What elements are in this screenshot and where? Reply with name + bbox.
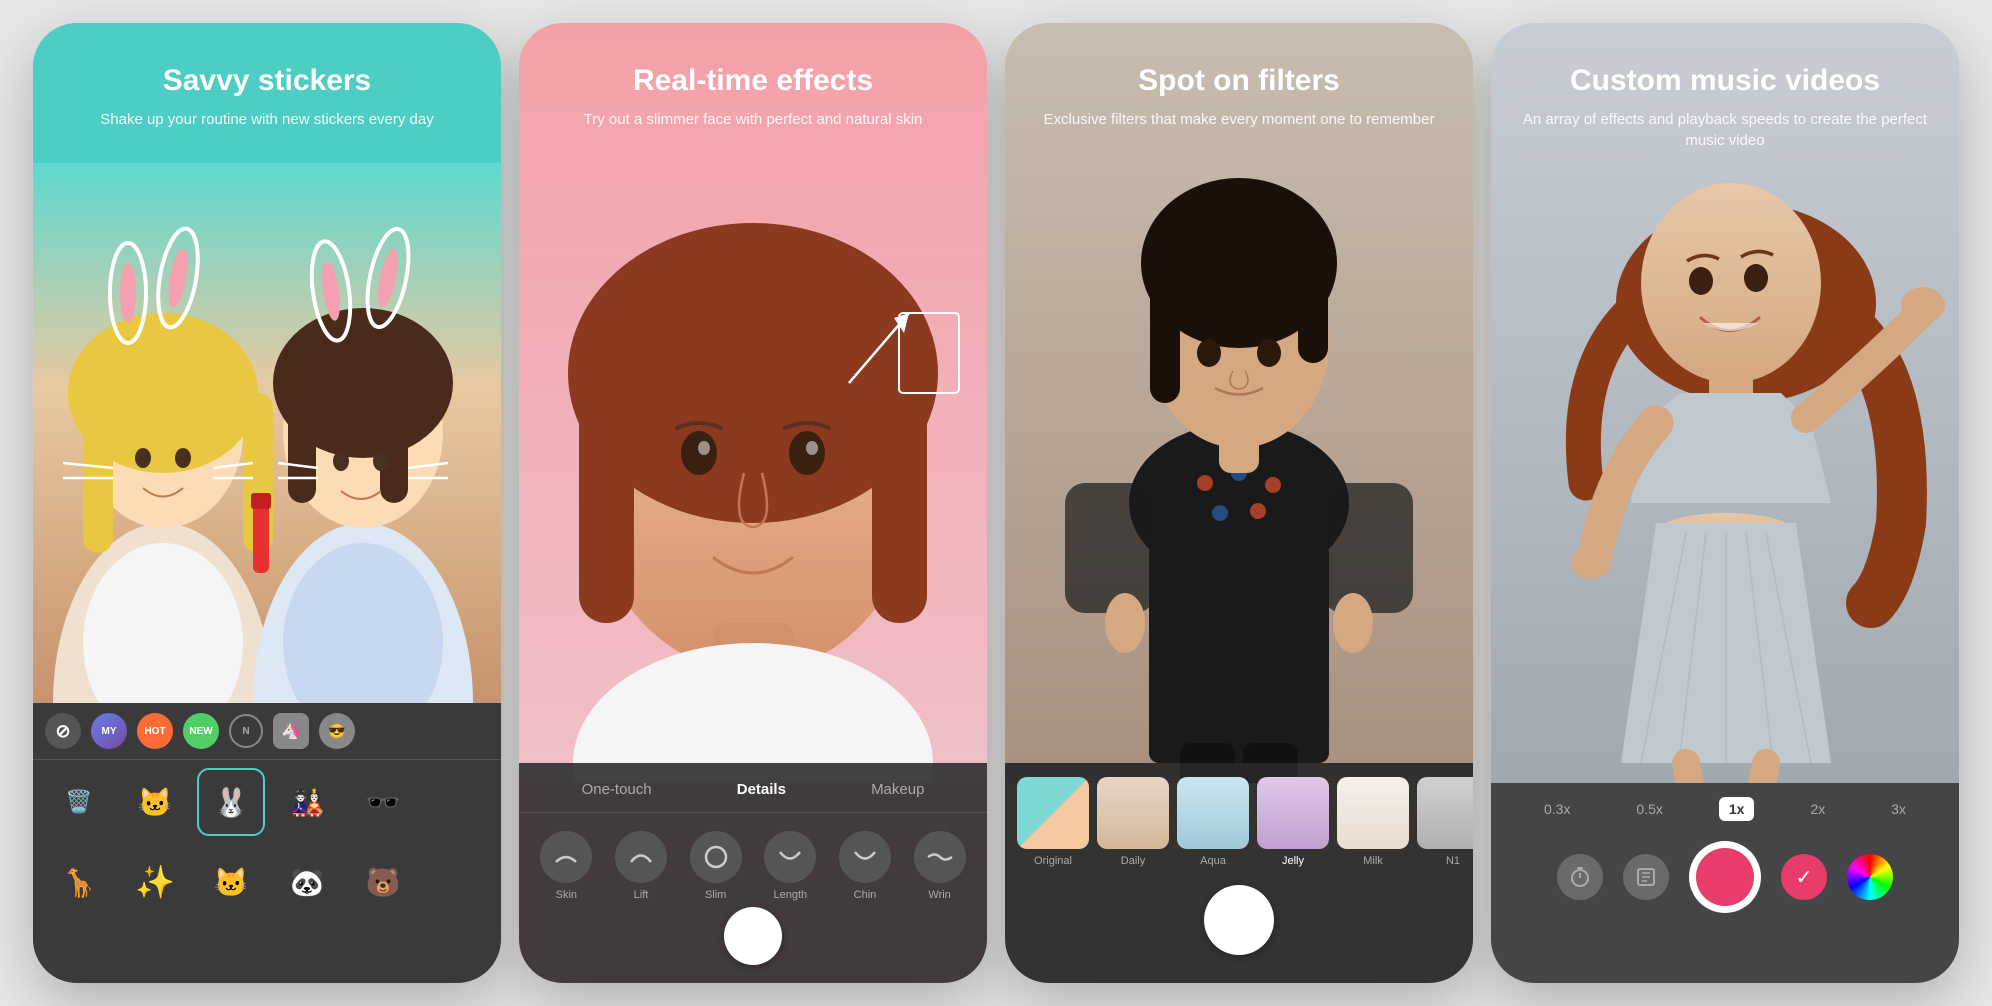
filter-daily[interactable]: Daily bbox=[1097, 777, 1169, 867]
slim-icon bbox=[690, 831, 742, 883]
card4-header: Custom music videos An array of effects … bbox=[1491, 23, 1959, 171]
speed-1x[interactable]: 1x bbox=[1719, 797, 1755, 821]
lift-icon bbox=[615, 831, 667, 883]
filter-n1-label: N1 bbox=[1446, 855, 1460, 867]
shutter-button-3[interactable] bbox=[1204, 885, 1274, 955]
record-inner bbox=[1696, 848, 1754, 906]
speed-0-3x[interactable]: 0.3x bbox=[1534, 797, 1580, 821]
panda-sticker[interactable]: 🐼 bbox=[273, 848, 341, 916]
length-label: Length bbox=[773, 889, 807, 901]
skin-effect[interactable]: Skin bbox=[540, 831, 592, 901]
giraffe-sticker[interactable]: 🦒 bbox=[45, 848, 113, 916]
card-realtime-effects: Real-time effects Try out a slimmer face… bbox=[519, 23, 987, 983]
shutter-button[interactable] bbox=[724, 907, 782, 965]
my-tab[interactable]: MY bbox=[91, 713, 127, 749]
skin-label: Skin bbox=[556, 889, 577, 901]
filter-daily-img bbox=[1097, 777, 1169, 849]
makeup-tab[interactable]: Makeup bbox=[863, 777, 932, 802]
face-tab[interactable]: 😎 bbox=[319, 713, 355, 749]
filter-thumbnails: Original Daily Aqua Jelly Milk N1 bbox=[1005, 763, 1473, 875]
sticker-toolbar: ⊘ MY HOT NEW N 🦄 😎 bbox=[33, 703, 501, 760]
bunny-sticker[interactable]: 🐰 bbox=[197, 768, 265, 836]
sparkle-sticker[interactable]: ✨ bbox=[121, 848, 189, 916]
card1-title: Savvy stickers bbox=[63, 63, 471, 99]
camera-controls: ✓ bbox=[1491, 831, 1959, 923]
cancel-button[interactable]: ⊘ bbox=[45, 713, 81, 749]
wrin-label: Wrin bbox=[928, 889, 950, 901]
card3-bottom-panel: Original Daily Aqua Jelly Milk N1 bbox=[1005, 763, 1473, 983]
colors-button[interactable] bbox=[1847, 854, 1893, 900]
filter-original-label: Original bbox=[1034, 855, 1072, 867]
wrin-icon bbox=[914, 831, 966, 883]
slim-label: Slim bbox=[705, 889, 726, 901]
filter-original-img bbox=[1017, 777, 1089, 849]
filter-jelly-img bbox=[1257, 777, 1329, 849]
card4-bottom-panel: 0.3x 0.5x 1x 2x 3x ✓ bbox=[1491, 783, 1959, 983]
record-button[interactable] bbox=[1689, 841, 1761, 913]
card4-subtitle: An array of effects and playback speeds … bbox=[1521, 109, 1929, 151]
hot-tab[interactable]: HOT bbox=[137, 713, 173, 749]
speed-3x[interactable]: 3x bbox=[1881, 797, 1916, 821]
one-touch-tab[interactable]: One-touch bbox=[574, 777, 660, 802]
nft-tab[interactable]: N bbox=[229, 714, 263, 748]
chin-effect[interactable]: Chin bbox=[839, 831, 891, 901]
doll-sticker[interactable]: 🎎 bbox=[273, 768, 341, 836]
card4-title: Custom music videos bbox=[1521, 63, 1929, 99]
card1-bottom-panel: ⊘ MY HOT NEW N 🦄 😎 🗑️ 🐱 🐰 🎎 🕶️ 🦒 ✨ 🐱 🐼 🐻 bbox=[33, 703, 501, 983]
card3-subtitle: Exclusive filters that make every moment… bbox=[1035, 109, 1443, 130]
filter-milk-label: Milk bbox=[1363, 855, 1383, 867]
details-tab[interactable]: Details bbox=[729, 777, 794, 802]
filter-original[interactable]: Original bbox=[1017, 777, 1089, 867]
cat-sticker[interactable]: 🐱 bbox=[121, 768, 189, 836]
filter-button[interactable] bbox=[1623, 854, 1669, 900]
speed-0-5x[interactable]: 0.5x bbox=[1626, 797, 1672, 821]
cat2-sticker[interactable]: 🐱 bbox=[197, 848, 265, 916]
card1-header: Savvy stickers Shake up your routine wit… bbox=[33, 23, 501, 150]
card3-header: Spot on filters Exclusive filters that m… bbox=[1005, 23, 1473, 150]
filter-aqua[interactable]: Aqua bbox=[1177, 777, 1249, 867]
card2-subtitle: Try out a slimmer face with perfect and … bbox=[549, 109, 957, 130]
filter-jelly-label: Jelly bbox=[1282, 855, 1304, 867]
card-savvy-stickers: Savvy stickers Shake up your routine wit… bbox=[33, 23, 501, 983]
filter-n1[interactable]: N1 bbox=[1417, 777, 1473, 867]
glasses-sticker[interactable]: 🕶️ bbox=[349, 768, 417, 836]
card2-bottom-panel: One-touch Details Makeup Skin Lift bbox=[519, 763, 987, 983]
timer-button[interactable] bbox=[1557, 854, 1603, 900]
delete-sticker[interactable]: 🗑️ bbox=[45, 768, 113, 836]
card2-title: Real-time effects bbox=[549, 63, 957, 99]
confirm-button[interactable]: ✓ bbox=[1781, 854, 1827, 900]
filter-jelly[interactable]: Jelly bbox=[1257, 777, 1329, 867]
speed-2x[interactable]: 2x bbox=[1800, 797, 1835, 821]
chin-label: Chin bbox=[854, 889, 877, 901]
speed-selector: 0.3x 0.5x 1x 2x 3x bbox=[1491, 783, 1959, 831]
filter-milk-img bbox=[1337, 777, 1409, 849]
unicorn-tab[interactable]: 🦄 bbox=[273, 713, 309, 749]
effects-icons-row: Skin Lift Slim Length bbox=[519, 813, 987, 909]
filter-aqua-img bbox=[1177, 777, 1249, 849]
card-music-videos: Custom music videos An array of effects … bbox=[1491, 23, 1959, 983]
wrin-effect[interactable]: Wrin bbox=[914, 831, 966, 901]
lift-effect[interactable]: Lift bbox=[615, 831, 667, 901]
card1-subtitle: Shake up your routine with new stickers … bbox=[63, 109, 471, 130]
filter-aqua-label: Aqua bbox=[1200, 855, 1226, 867]
skin-icon bbox=[540, 831, 592, 883]
filter-milk[interactable]: Milk bbox=[1337, 777, 1409, 867]
bear-sticker[interactable]: 🐻 bbox=[349, 848, 417, 916]
card2-header: Real-time effects Try out a slimmer face… bbox=[519, 23, 987, 150]
slim-effect[interactable]: Slim bbox=[690, 831, 742, 901]
length-icon bbox=[764, 831, 816, 883]
card3-title: Spot on filters bbox=[1035, 63, 1443, 99]
lift-label: Lift bbox=[634, 889, 649, 901]
filter-daily-label: Daily bbox=[1121, 855, 1145, 867]
filter-n1-img bbox=[1417, 777, 1473, 849]
chin-icon bbox=[839, 831, 891, 883]
new-tab[interactable]: NEW bbox=[183, 713, 219, 749]
effects-tabs: One-touch Details Makeup bbox=[519, 763, 987, 813]
card-spot-filters: Spot on filters Exclusive filters that m… bbox=[1005, 23, 1473, 983]
length-effect[interactable]: Length bbox=[764, 831, 816, 901]
